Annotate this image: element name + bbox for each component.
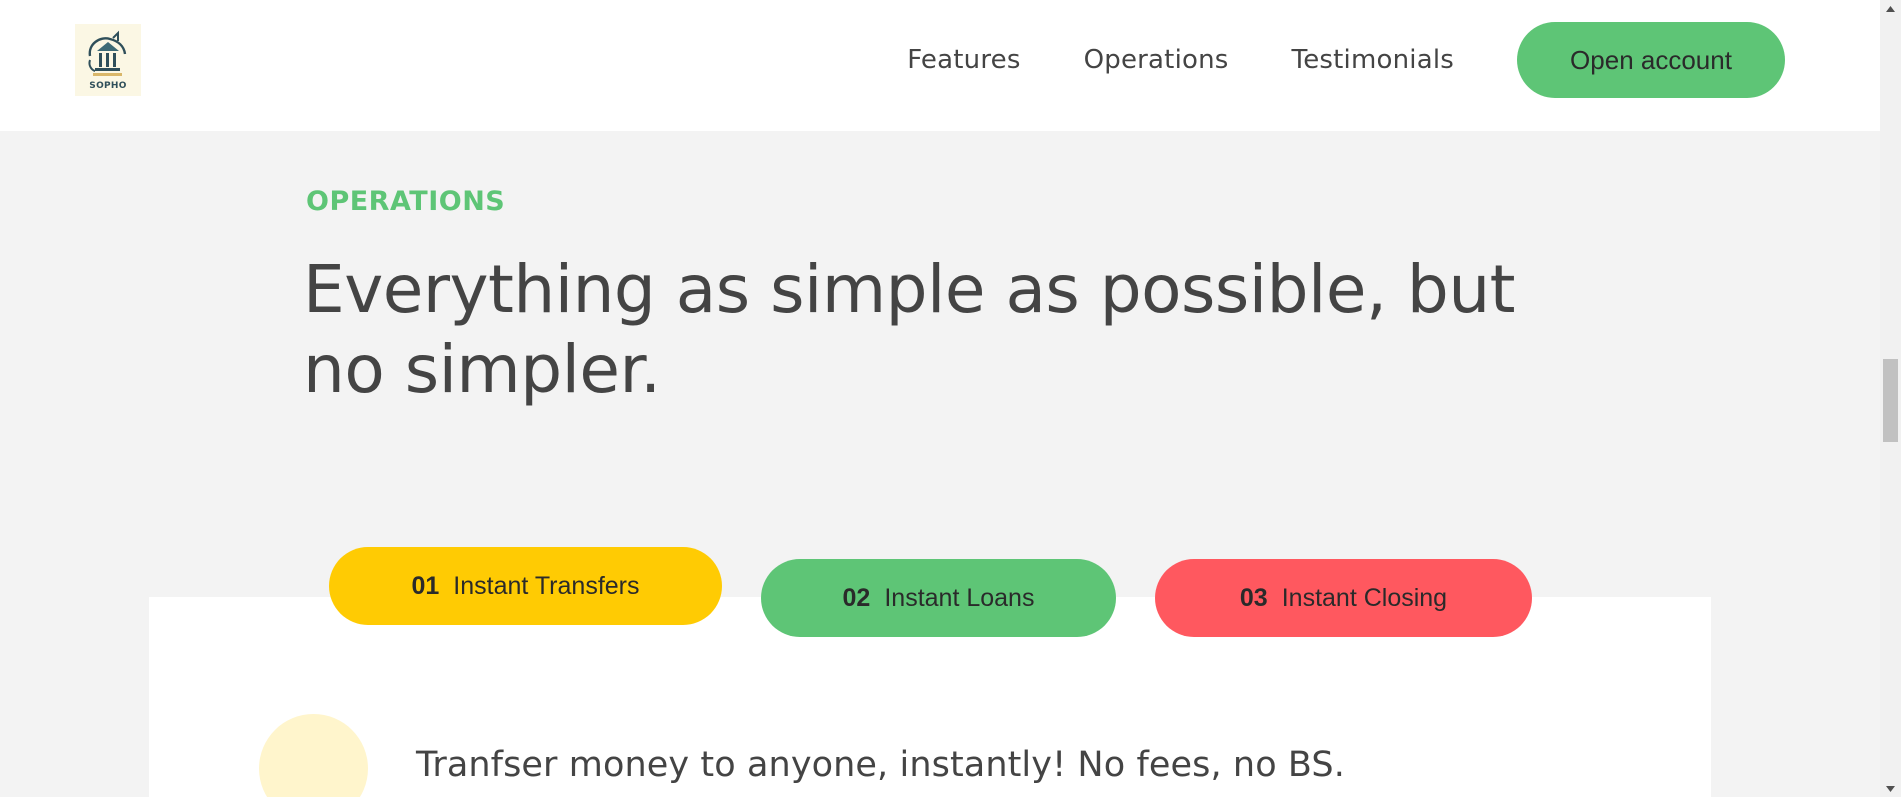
tab-instant-transfers[interactable]: 01 Instant Transfers — [329, 547, 722, 625]
nav-link-testimonials[interactable]: Testimonials — [1292, 22, 1454, 98]
section-label: OPERATIONS — [306, 186, 506, 217]
nav-link-features[interactable]: Features — [907, 22, 1020, 98]
scroll-down-arrow-icon[interactable] — [1880, 780, 1901, 797]
bank-piggy-icon — [88, 30, 127, 76]
tab-instant-closing[interactable]: 03 Instant Closing — [1155, 559, 1532, 637]
logo-text: SOPHO — [89, 81, 127, 91]
vertical-scrollbar[interactable] — [1880, 0, 1901, 797]
tab-number: 01 — [411, 571, 440, 600]
operation-heading: Tranfser money to anyone, instantly! No … — [416, 745, 1345, 785]
tab-instant-loans[interactable]: 02 Instant Loans — [761, 559, 1116, 637]
tab-label: Instant Loans — [884, 583, 1035, 612]
scrollbar-thumb[interactable] — [1883, 359, 1898, 442]
nav-link-operations[interactable]: Operations — [1084, 22, 1229, 98]
section-heading: Everything as simple as possible, but no… — [303, 251, 1516, 408]
tab-label: Instant Transfers — [453, 571, 640, 600]
top-navigation: SOPHO Features Operations Testimonials O… — [0, 0, 1880, 131]
scroll-up-arrow-icon[interactable] — [1880, 0, 1901, 17]
tab-number: 02 — [842, 583, 871, 612]
logo[interactable]: SOPHO — [75, 24, 141, 96]
tab-number: 03 — [1239, 583, 1268, 612]
nav-links: Features Operations Testimonials Open ac… — [907, 22, 1785, 98]
tab-label: Instant Closing — [1281, 583, 1448, 612]
open-account-button[interactable]: Open account — [1517, 22, 1785, 98]
